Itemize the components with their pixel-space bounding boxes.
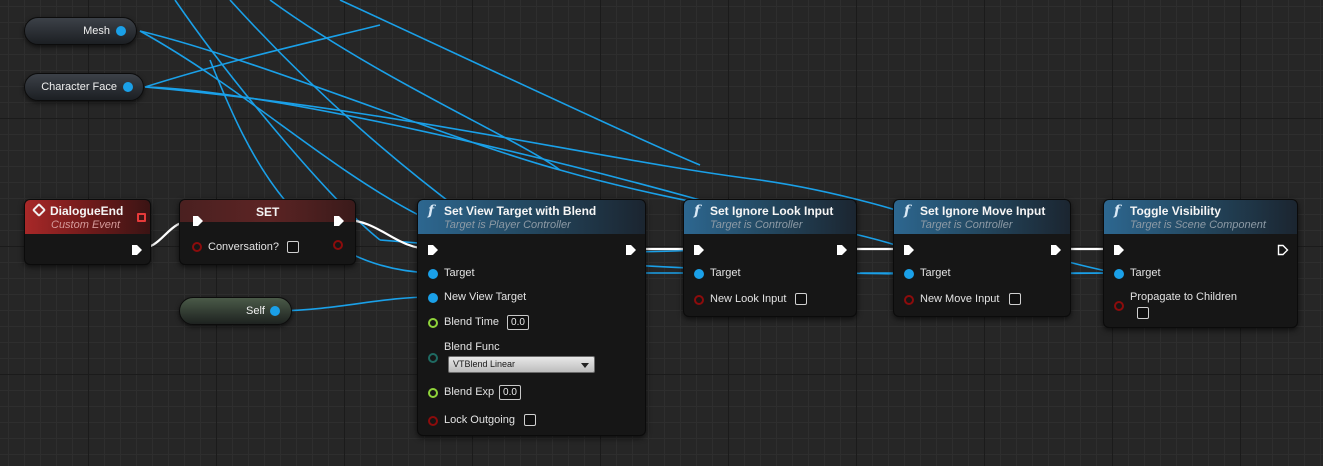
exec-output-pin[interactable] bbox=[1050, 244, 1062, 256]
function-subtitle: Target is Scene Component bbox=[1130, 219, 1266, 231]
blend-exp-label: Blend Exp bbox=[444, 386, 495, 398]
lock-outgoing-input-pin[interactable] bbox=[428, 416, 438, 426]
character-face-variable-node[interactable]: Character Face bbox=[24, 73, 144, 101]
blend-func-label: Blend Func bbox=[444, 341, 500, 353]
new-move-input-pin[interactable] bbox=[904, 295, 914, 305]
new-view-target-input-pin[interactable] bbox=[428, 293, 438, 303]
mesh-variable-node[interactable]: Mesh bbox=[24, 17, 137, 45]
function-subtitle: Target is Controller bbox=[920, 219, 1013, 231]
target-label: Target bbox=[444, 267, 475, 279]
function-title: Set View Target with Blend bbox=[444, 204, 597, 218]
new-look-input-checkbox[interactable] bbox=[795, 293, 807, 305]
chevron-down-icon bbox=[581, 363, 589, 368]
propagate-input-pin[interactable] bbox=[1114, 301, 1124, 311]
target-input-pin[interactable] bbox=[428, 269, 438, 279]
function-title: Set Ignore Move Input bbox=[920, 204, 1046, 218]
set-view-target-with-blend-node[interactable]: f Set View Target with Blend Target is P… bbox=[417, 199, 646, 436]
conversation-checkbox[interactable] bbox=[287, 241, 299, 253]
event-subtitle: Custom Event bbox=[51, 219, 121, 231]
exec-input-pin[interactable] bbox=[192, 215, 204, 227]
event-header: DialogueEnd Custom Event bbox=[25, 200, 150, 234]
function-subtitle: Target is Player Controller bbox=[444, 219, 571, 231]
function-header: f Set Ignore Move Input Target is Contro… bbox=[894, 200, 1070, 234]
function-header: f Toggle Visibility Target is Scene Comp… bbox=[1104, 200, 1297, 234]
function-icon: f bbox=[428, 203, 435, 219]
set-title: SET bbox=[256, 205, 280, 219]
function-header: f Set View Target with Blend Target is P… bbox=[418, 200, 645, 234]
delegate-output-pin[interactable] bbox=[137, 213, 146, 222]
blend-exp-value-field[interactable]: 0.0 bbox=[499, 385, 521, 400]
new-view-target-label: New View Target bbox=[444, 291, 527, 303]
target-input-pin[interactable] bbox=[1114, 269, 1124, 279]
function-icon: f bbox=[694, 203, 701, 219]
blend-func-input-pin[interactable] bbox=[428, 353, 438, 363]
blend-time-input-pin[interactable] bbox=[428, 318, 438, 328]
blend-func-dropdown[interactable]: VTBlend Linear bbox=[448, 356, 595, 373]
event-title: DialogueEnd bbox=[50, 204, 124, 218]
mesh-variable-label: Mesh bbox=[83, 25, 110, 37]
propagate-checkbox[interactable] bbox=[1137, 307, 1149, 319]
blend-exp-input-pin[interactable] bbox=[428, 388, 438, 398]
exec-input-pin[interactable] bbox=[693, 244, 705, 256]
mesh-output-pin[interactable] bbox=[116, 26, 126, 36]
object-wire bbox=[229, 0, 461, 211]
target-input-pin[interactable] bbox=[904, 269, 914, 279]
conversation-input-pin[interactable] bbox=[192, 242, 202, 252]
toggle-visibility-node[interactable]: f Toggle Visibility Target is Scene Comp… bbox=[1103, 199, 1298, 328]
function-title: Set Ignore Look Input bbox=[710, 204, 834, 218]
target-label: Target bbox=[1130, 267, 1161, 279]
new-look-input-label: New Look Input bbox=[710, 293, 787, 305]
function-header: f Set Ignore Look Input Target is Contro… bbox=[684, 200, 856, 234]
blend-time-value-field[interactable]: 0.0 bbox=[507, 315, 529, 330]
conversation-output-pin[interactable] bbox=[333, 240, 343, 250]
exec-input-pin[interactable] bbox=[1113, 244, 1125, 256]
function-icon: f bbox=[1114, 203, 1121, 219]
exec-output-pin[interactable] bbox=[625, 244, 637, 256]
object-wire bbox=[275, 296, 432, 312]
function-icon: f bbox=[904, 203, 911, 219]
exec-output-pin[interactable] bbox=[333, 215, 345, 227]
self-node[interactable]: Self bbox=[179, 297, 292, 325]
exec-output-pin-unconnected[interactable] bbox=[1277, 244, 1289, 256]
lock-outgoing-checkbox[interactable] bbox=[524, 414, 536, 426]
blend-func-selected-value: VTBlend Linear bbox=[453, 359, 516, 369]
target-input-pin[interactable] bbox=[694, 269, 704, 279]
exec-input-pin[interactable] bbox=[427, 244, 439, 256]
function-subtitle: Target is Controller bbox=[710, 219, 803, 231]
exec-output-pin[interactable] bbox=[836, 244, 848, 256]
conversation-label: Conversation? bbox=[208, 241, 279, 253]
dialogue-end-event-node[interactable]: DialogueEnd Custom Event bbox=[24, 199, 151, 265]
lock-outgoing-label: Lock Outgoing bbox=[444, 414, 515, 426]
new-move-input-checkbox[interactable] bbox=[1009, 293, 1021, 305]
target-label: Target bbox=[710, 267, 741, 279]
exec-input-pin[interactable] bbox=[903, 244, 915, 256]
set-ignore-look-input-node[interactable]: f Set Ignore Look Input Target is Contro… bbox=[683, 199, 857, 317]
character-face-variable-label: Character Face bbox=[41, 81, 117, 93]
set-variable-node[interactable]: SET Conversation? bbox=[179, 199, 356, 265]
self-label: Self bbox=[246, 305, 265, 317]
new-move-input-label: New Move Input bbox=[920, 293, 1000, 305]
set-ignore-move-input-node[interactable]: f Set Ignore Move Input Target is Contro… bbox=[893, 199, 1071, 317]
blend-time-label: Blend Time bbox=[444, 316, 500, 328]
propagate-label: Propagate to Children bbox=[1130, 291, 1238, 303]
target-label: Target bbox=[920, 267, 951, 279]
exec-output-pin[interactable] bbox=[131, 244, 143, 256]
set-header: SET bbox=[180, 200, 355, 222]
function-title: Toggle Visibility bbox=[1130, 204, 1221, 218]
self-output-pin[interactable] bbox=[270, 306, 280, 316]
character-face-output-pin[interactable] bbox=[123, 82, 133, 92]
new-look-input-pin[interactable] bbox=[694, 295, 704, 305]
event-diamond-icon bbox=[31, 202, 47, 218]
